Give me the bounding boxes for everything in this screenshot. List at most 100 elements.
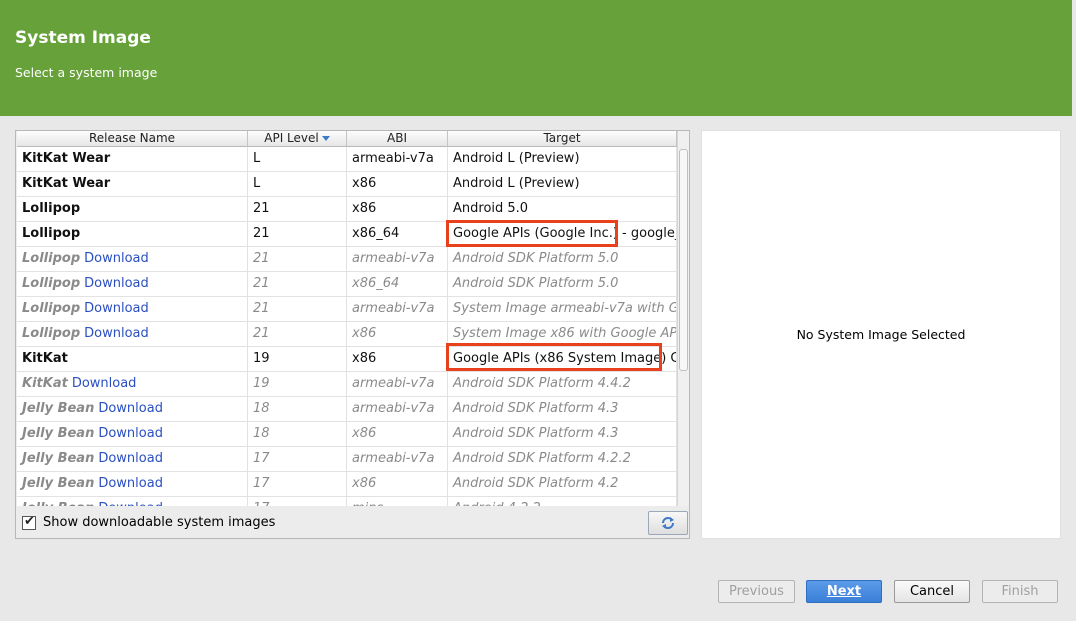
table-header: Release Name API Level ABI Target: [17, 131, 677, 147]
cell-release-name: Jelly BeanDownload: [17, 447, 248, 472]
cell-target: Android SDK Platform 4.2: [448, 472, 677, 497]
next-button[interactable]: Next: [806, 580, 882, 603]
cell-api-level: 21: [248, 272, 347, 297]
release-name-text: KitKat: [22, 376, 68, 391]
download-link[interactable]: Download: [84, 301, 149, 316]
column-target[interactable]: Target: [448, 131, 677, 147]
cell-target: Android SDK Platform 4.2.2: [448, 447, 677, 472]
refresh-button[interactable]: [648, 511, 688, 535]
table-row[interactable]: Lollipop Download 21 armeabi-v7a System Imag…: [17, 297, 677, 322]
release-name-text: Lollipop: [22, 301, 81, 316]
cell-api-level: 21: [248, 222, 347, 247]
cell-release-name: KitKat Wear: [17, 147, 248, 172]
cell-abi: x86: [347, 197, 448, 222]
table-row[interactable]: Jelly Bean Download 17 x86 Android SDK Platf…: [17, 472, 677, 497]
cell-abi: x86: [347, 172, 448, 197]
cell-release-name: KitKat Wear: [17, 172, 248, 197]
table-row[interactable]: Lollipop 21 x86 Android 5.0: [17, 197, 677, 222]
table-row[interactable]: Jelly Bean Download 18 x86 Android SDK Platf…: [17, 422, 677, 447]
cell-target: Android SDK Platform 4.3: [448, 397, 677, 422]
page-title: System Image: [15, 28, 151, 48]
table-body: KitKat Wear Larmeabi-v7a Android L (Previe…: [17, 147, 677, 506]
cell-api-level: L: [248, 172, 347, 197]
cell-release-name: Lollipop Download: [17, 297, 248, 322]
cell-abi: armeabi-v7a: [347, 447, 448, 472]
show-downloadable-checkbox-row[interactable]: ✔ Show downloadable system images: [22, 513, 275, 530]
cell-abi: x86: [347, 472, 448, 497]
table-row[interactable]: KitKat 19 x86 Google APIs (x86 System Image…: [17, 347, 677, 372]
checkmark-icon: ✔: [24, 513, 35, 529]
release-name-text: KitKat Wear: [22, 176, 111, 191]
table-row[interactable]: KitKat Download 19 armeabi-v7a Android SDK P…: [17, 372, 677, 397]
table-row[interactable]: KitKat Wear Larmeabi-v7a Android L (Previe…: [17, 147, 677, 172]
download-link[interactable]: Download: [98, 476, 163, 491]
cell-release-name: Lollipop Download: [17, 272, 248, 297]
download-link[interactable]: Download: [98, 451, 163, 466]
cell-abi: armeabi-v7a: [347, 247, 448, 272]
cell-release-name: Lollipop Download: [17, 247, 248, 272]
table-row[interactable]: Lollipop Download 21 armeabi-v7a Android SDK…: [17, 247, 677, 272]
cell-abi: armeabi-v7a: [347, 372, 448, 397]
download-link[interactable]: Download: [84, 251, 149, 266]
column-abi[interactable]: ABI: [347, 131, 448, 147]
no-selection-text: No System Image Selected: [796, 327, 966, 342]
cell-target: Android L (Preview): [448, 147, 677, 172]
cell-api-level: 19: [248, 347, 347, 372]
download-link[interactable]: Download: [84, 326, 149, 341]
next-button-label: Next: [826, 584, 862, 599]
release-name-text: Jelly Bean: [22, 476, 95, 491]
table-row[interactable]: Lollipop Download 21 x86_64 Android SDK Plat…: [17, 272, 677, 297]
cell-target: Google APIs (Google Inc.) - google_a: [448, 222, 677, 247]
release-name-text: Jelly Bean: [22, 401, 95, 416]
cell-abi: x86: [347, 322, 448, 347]
cell-release-name: KitKat Download: [17, 372, 248, 397]
download-link[interactable]: Download: [84, 276, 149, 291]
cell-release-name: Lollipop: [17, 197, 248, 222]
column-release-name[interactable]: Release Name: [17, 131, 248, 147]
download-link[interactable]: Download: [98, 401, 163, 416]
cell-target: Android SDK Platform 4.4.2: [448, 372, 677, 397]
column-api-level[interactable]: API Level: [248, 131, 347, 147]
scrollbar-thumb[interactable]: [679, 149, 688, 371]
cancel-button[interactable]: Cancel: [894, 580, 970, 603]
table-row[interactable]: Jelly Bean Download 18 armeabi-v7a Android S…: [17, 397, 677, 422]
table-row[interactable]: KitKat Wear Lx86 Android L (Preview): [17, 172, 677, 197]
table-row[interactable]: Lollipop Download 21 x86 System Image x86 wi…: [17, 322, 677, 347]
table-row[interactable]: Jelly Bean Download 17mipsAndroid 4.2.2: [17, 497, 677, 506]
cell-target: Android SDK Platform 5.0: [448, 247, 677, 272]
table-row[interactable]: Jelly Bean Download 17 armeabi-v7a Android S…: [17, 447, 677, 472]
cell-api-level: 21: [248, 322, 347, 347]
release-name-text: Jelly Bean: [22, 451, 95, 466]
cell-target: Google APIs (x86 System Image) Go: [448, 347, 677, 372]
cell-release-name: Lollipop: [17, 222, 248, 247]
table-row[interactable]: Lollipop 21 x86_64 Google APIs (Google Inc.…: [17, 222, 677, 247]
cell-target: Android SDK Platform 4.3: [448, 422, 677, 447]
previous-button[interactable]: Previous: [718, 580, 795, 603]
cell-abi: x86_64: [347, 272, 448, 297]
cell-abi: armeabi-v7a: [347, 297, 448, 322]
cell-target: System Image x86 with Google APIs: [448, 322, 677, 347]
download-link[interactable]: Download: [98, 501, 163, 506]
release-name-text: Jelly Bean: [22, 501, 94, 506]
cell-release-name: Jelly BeanDownload: [17, 397, 248, 422]
show-downloadable-checkbox[interactable]: ✔: [22, 513, 36, 530]
cell-release-name: Jelly BeanDownload: [17, 422, 248, 447]
cell-api-level: 18: [248, 397, 347, 422]
show-downloadable-label[interactable]: Show downloadable system images: [43, 515, 275, 530]
table-scrollbar[interactable]: [677, 131, 689, 506]
cell-target: System Image armeabi-v7a with Goo: [448, 297, 677, 322]
release-name-text: Lollipop: [22, 276, 81, 291]
release-name-text: Lollipop: [22, 226, 81, 241]
download-link[interactable]: Download: [72, 376, 137, 391]
finish-button[interactable]: Finish: [982, 580, 1058, 603]
download-link[interactable]: Download: [98, 426, 163, 441]
wizard-header: System Image Select a system image: [0, 0, 1076, 116]
refresh-icon: [662, 517, 674, 529]
release-name-text: KitKat: [22, 351, 68, 366]
cell-api-level: 18: [248, 422, 347, 447]
cell-abi: x86: [347, 347, 448, 372]
release-name-text: Lollipop: [22, 326, 81, 341]
release-name-text: Lollipop: [22, 251, 81, 266]
cell-release-name: Jelly BeanDownload: [17, 472, 248, 497]
cell-target: Android 5.0: [448, 197, 677, 222]
